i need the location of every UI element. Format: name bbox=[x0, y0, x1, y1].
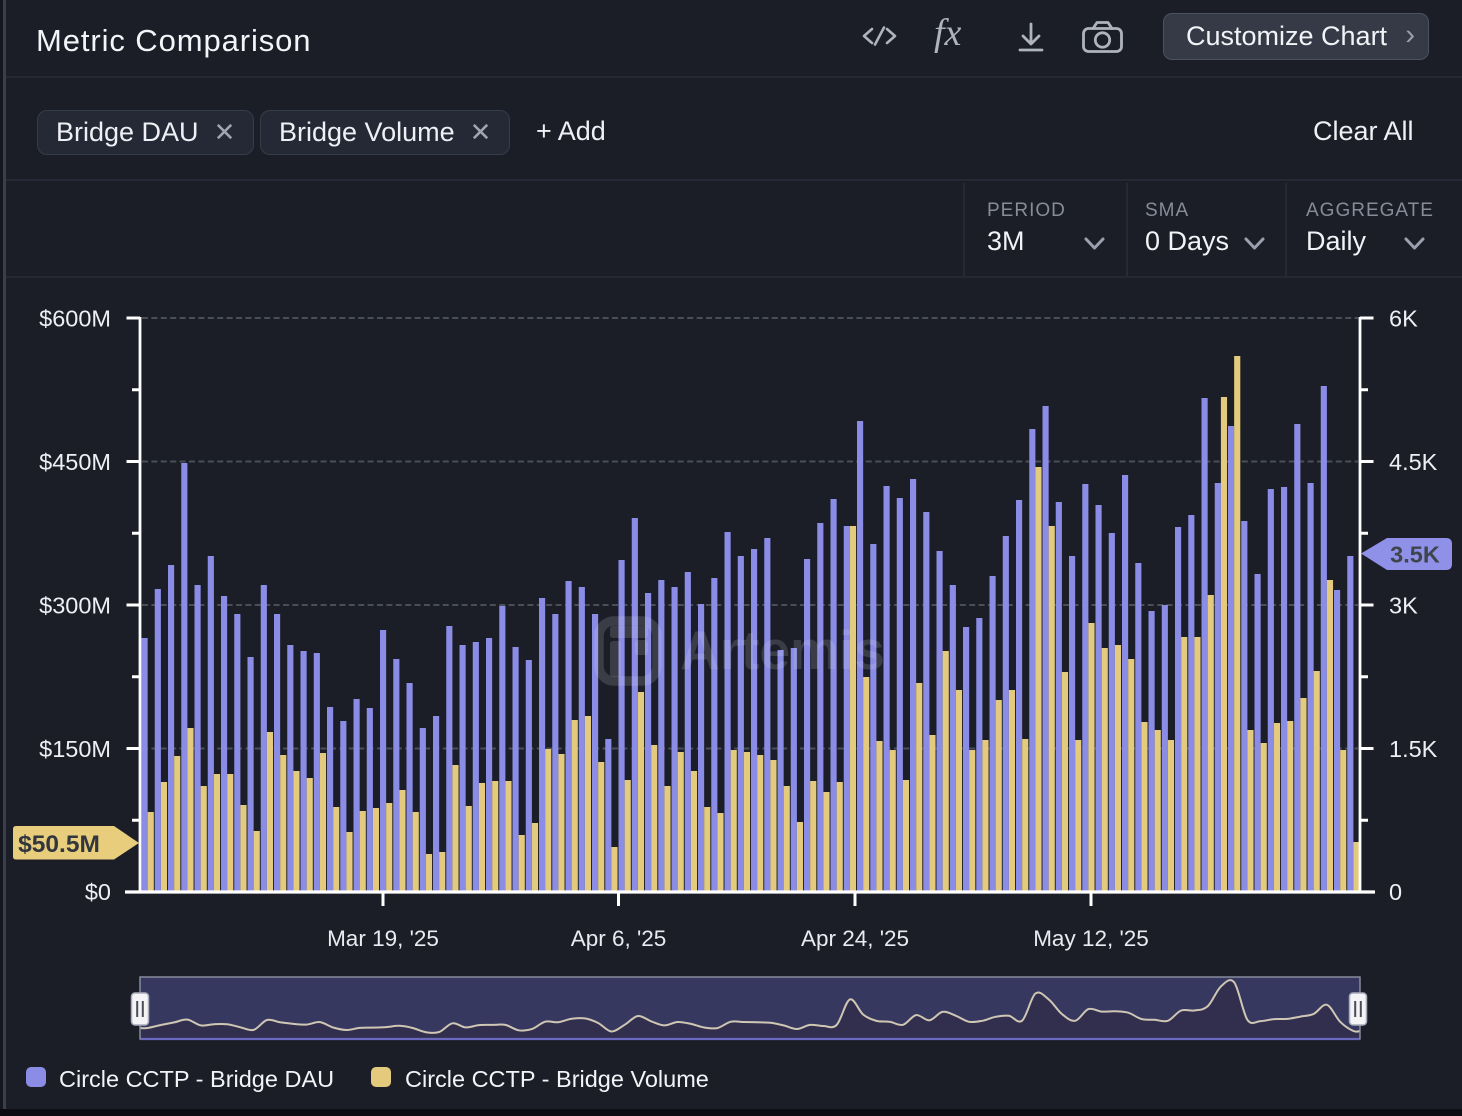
svg-text:$450M: $450M bbox=[39, 449, 111, 475]
svg-text:fx: fx bbox=[934, 12, 962, 54]
svg-text:3.5K: 3.5K bbox=[1390, 542, 1440, 568]
svg-text:$0: $0 bbox=[85, 879, 111, 905]
svg-text:Mar 19, '25: Mar 19, '25 bbox=[327, 926, 439, 951]
svg-text:3K: 3K bbox=[1389, 593, 1418, 619]
svg-text:Apr 24, '25: Apr 24, '25 bbox=[801, 926, 909, 951]
svg-text:1.5K: 1.5K bbox=[1389, 736, 1438, 762]
svg-text:May 12, '25: May 12, '25 bbox=[1033, 926, 1149, 951]
svg-text:Artemis: Artemis bbox=[680, 619, 885, 681]
svg-text:$300M: $300M bbox=[39, 593, 111, 619]
svg-text:4.5K: 4.5K bbox=[1389, 449, 1438, 475]
svg-text:6K: 6K bbox=[1389, 306, 1418, 332]
svg-text:$150M: $150M bbox=[39, 736, 111, 762]
svg-text:0: 0 bbox=[1389, 879, 1402, 905]
svg-text:$50.5M: $50.5M bbox=[18, 831, 100, 858]
svg-text:Apr 6, '25: Apr 6, '25 bbox=[571, 926, 667, 951]
svg-text:$600M: $600M bbox=[39, 306, 111, 332]
